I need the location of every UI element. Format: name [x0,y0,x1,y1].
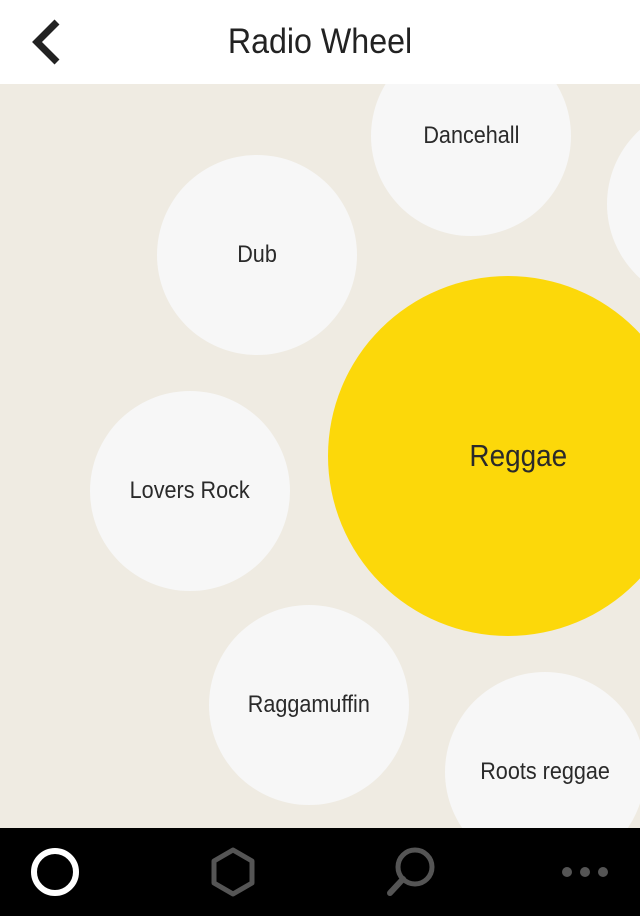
genre-wheel: Dancehall Dub Reggae Lovers Rock Raggamu… [0,84,640,828]
genre-bubble-dub[interactable]: Dub [157,155,357,355]
genre-label: Dub [237,241,277,268]
back-button[interactable] [18,14,74,70]
page-title: Radio Wheel [227,22,413,61]
genre-label: Raggamuffin [247,691,371,718]
genre-label: Roots reggae [480,758,610,785]
genre-bubble-dancehall[interactable]: Dancehall [371,84,571,236]
genre-label-selected: Reggae [469,438,568,473]
more-icon [562,867,608,877]
hexagon-icon [211,847,255,897]
tab-more[interactable] [530,828,640,916]
circle-icon [31,848,79,896]
tab-bar [0,828,640,916]
tab-wheel[interactable] [0,828,110,916]
genre-bubble-roots-reggae[interactable]: Roots reggae [445,672,640,828]
header: Radio Wheel [0,0,640,84]
genre-bubble-partial[interactable] [607,104,640,304]
tab-search[interactable] [356,828,466,916]
genre-label: Lovers Rock [129,477,251,504]
genre-bubble-raggamuffin[interactable]: Raggamuffin [209,605,409,805]
radio-wheel-screen: Radio Wheel Dancehall Dub Reggae Lovers … [0,0,640,916]
genre-label: Dancehall [422,122,520,149]
chevron-left-icon [32,19,60,65]
tab-hexagon[interactable] [178,828,288,916]
genre-bubble-lovers-rock[interactable]: Lovers Rock [90,391,290,591]
search-icon [387,847,435,896]
genre-bubble-reggae[interactable]: Reggae [328,276,640,636]
